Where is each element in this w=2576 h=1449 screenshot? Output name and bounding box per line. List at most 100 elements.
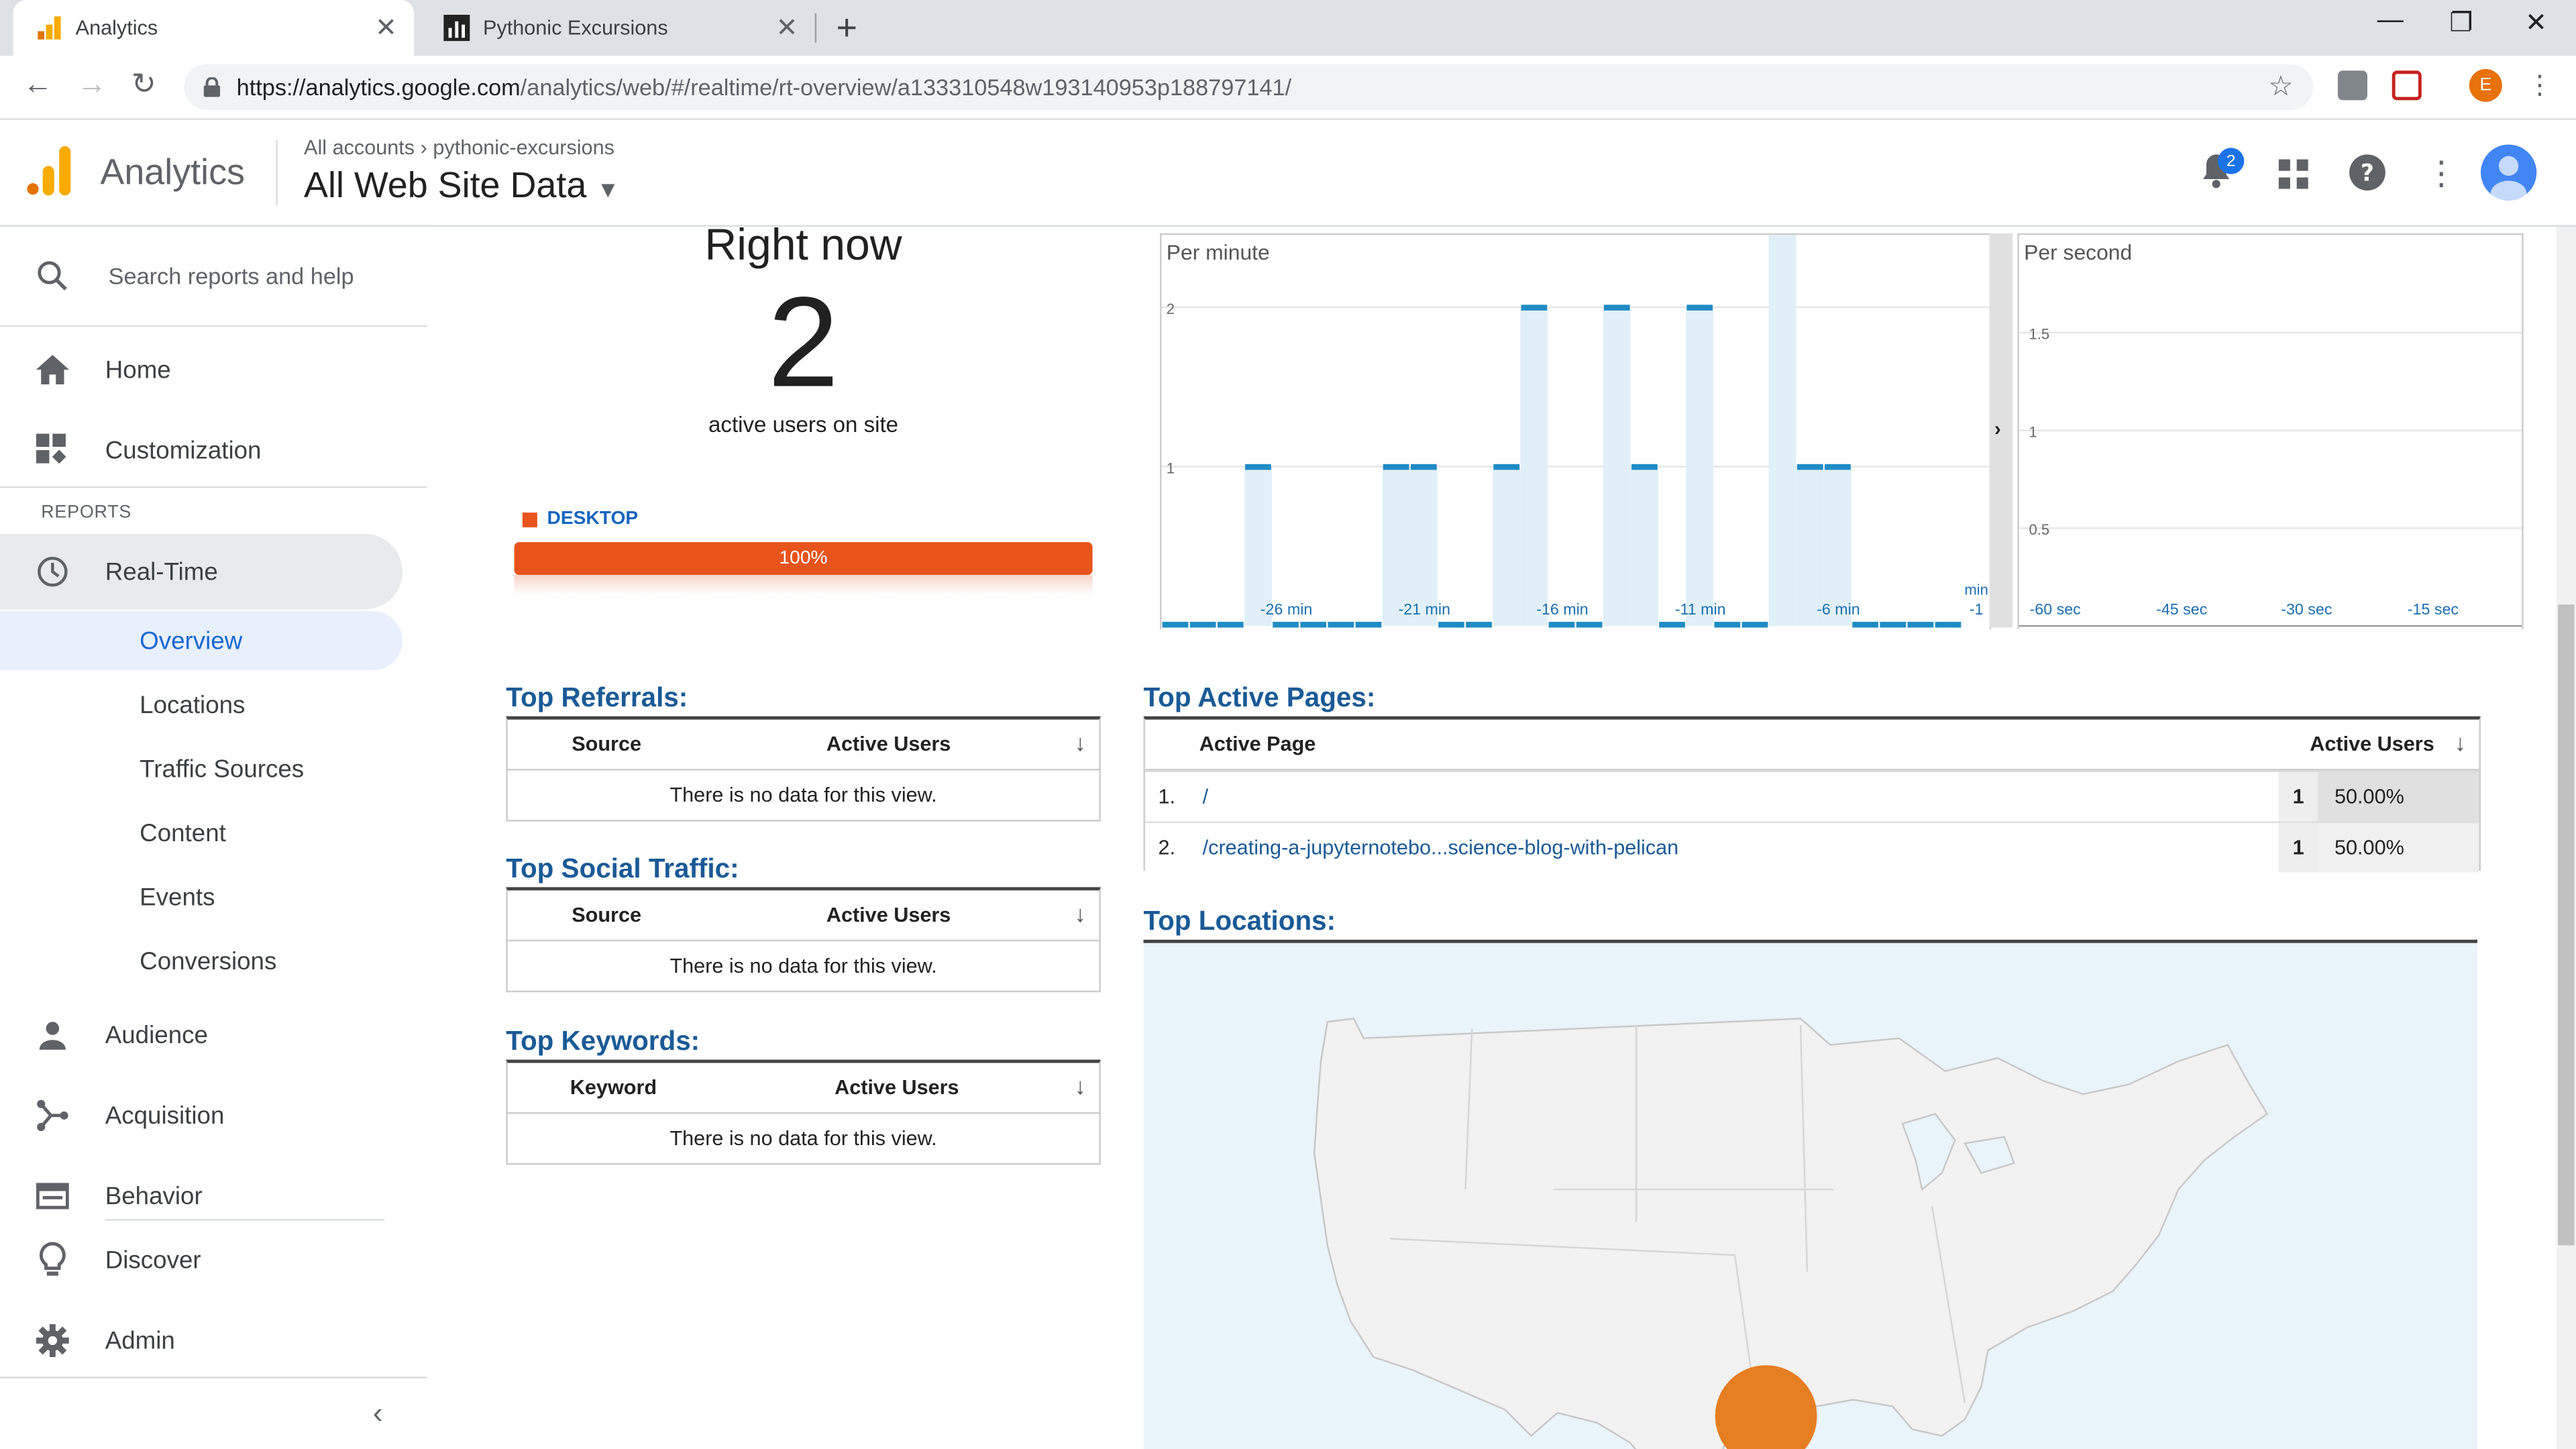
notification-count-badge: 2 (2218, 148, 2245, 174)
column-header[interactable]: Active Page (1199, 733, 1316, 755)
sidebar-item-label: Behavior (105, 1182, 203, 1210)
bar-cap (1521, 305, 1548, 311)
reload-icon[interactable]: ↻ (131, 67, 156, 101)
bar-cap (1300, 621, 1327, 628)
page-link[interactable]: /creating-a-jupyternotebo...science-blog… (1203, 837, 1679, 859)
x-tick-label: -6 min (1817, 600, 1860, 618)
sidebar-item-home[interactable]: Home (0, 332, 402, 408)
sidebar-subitem-locations[interactable]: Locations (0, 676, 402, 735)
pocket-extension-icon[interactable] (2392, 70, 2422, 101)
collapse-sidebar-icon[interactable]: ‹ (373, 1397, 383, 1431)
profile-avatar[interactable]: E (2469, 68, 2502, 102)
close-tab-icon[interactable]: ✕ (772, 11, 802, 44)
column-header[interactable]: Active Users (2310, 733, 2434, 755)
close-tab-icon[interactable]: ✕ (371, 11, 400, 44)
url-host: https://analytics.google.com (236, 74, 521, 101)
scrollbar-thumb[interactable] (2558, 604, 2575, 1246)
sort-arrow-icon[interactable]: ↓ (1075, 900, 1086, 926)
bar (1630, 466, 1658, 627)
reports-section-label: REPORTS (41, 502, 132, 523)
page-link[interactable]: / (1203, 786, 1209, 808)
page-scrollbar[interactable] (2556, 226, 2576, 1449)
tab-title: Analytics (75, 16, 158, 40)
locations-map[interactable] (1143, 939, 2478, 1449)
url-path: /analytics/web/#/realtime/rt-overview/a1… (520, 74, 1292, 101)
breadcrumb[interactable]: All accounts › pythonic-excursions (304, 136, 614, 159)
bar-cap (1548, 621, 1575, 628)
x-tick-label: -1 (1970, 600, 1984, 618)
sidebar-item-admin[interactable]: Admin (0, 1303, 402, 1379)
column-header[interactable]: Keyword (570, 1076, 657, 1099)
sidebar-subitem-overview[interactable]: Overview (0, 611, 402, 671)
search-reports[interactable]: Search reports and help (0, 227, 427, 327)
minimize-icon[interactable]: — (2377, 7, 2404, 36)
column-header[interactable]: Active Users (826, 904, 951, 926)
column-header[interactable]: Active Users (826, 733, 951, 755)
sidebar-subitem-label: Conversions (140, 947, 277, 975)
sidebar-subitem-conversions[interactable]: Conversions (0, 932, 402, 991)
tab-analytics[interactable]: Analytics ✕ (13, 0, 415, 56)
per-second-chart: 0.5 1 1.5 -60 sec -45 sec -30 sec -15 sec Per … (2017, 233, 2524, 629)
active-users-cell: 1 (2278, 822, 2318, 873)
help-icon[interactable]: ? (2349, 154, 2385, 199)
sidebar-divider (0, 486, 427, 488)
property-selector[interactable]: All Web Site Data ▼ (304, 164, 619, 207)
back-icon[interactable]: ← (23, 67, 52, 101)
extension-icon[interactable] (2337, 70, 2367, 101)
app-title: Analytics (100, 151, 246, 193)
account-avatar[interactable] (2480, 144, 2537, 201)
bar-cap (1686, 305, 1713, 311)
browser-menu-icon[interactable]: ⋮ (2527, 69, 2553, 102)
bookmark-star-icon[interactable]: ☆ (2268, 70, 2293, 103)
column-header[interactable]: Source (572, 733, 641, 755)
close-window-icon[interactable]: ✕ (2525, 7, 2547, 40)
empty-message: There is no data for this view. (669, 1127, 937, 1150)
sort-arrow-icon[interactable]: ↓ (2455, 729, 2466, 755)
new-tab-icon[interactable]: + (837, 7, 857, 50)
y-tick-label: 2 (1167, 301, 1175, 317)
apps-grid-icon[interactable] (2278, 159, 2308, 197)
sidebar-item-customization[interactable]: Customization (0, 413, 402, 488)
forward-icon[interactable]: → (77, 67, 107, 101)
sidebar-item-discover[interactable]: Discover (0, 1222, 402, 1298)
sidebar-item-acquisition[interactable]: Acquisition (0, 1078, 402, 1154)
sidebar-item-label: Acquisition (105, 1102, 225, 1130)
device-legend: DESKTOP (522, 509, 638, 529)
more-options-icon[interactable]: ⋮ (2425, 153, 2458, 194)
column-header[interactable]: Source (572, 904, 641, 926)
sidebar-subitem-events[interactable]: Events (0, 867, 402, 926)
chevron-right-icon[interactable]: › (1994, 417, 2001, 440)
breadcrumb-root[interactable]: All accounts (304, 136, 415, 159)
sort-arrow-icon[interactable]: ↓ (1075, 729, 1086, 755)
bar-cap (1466, 621, 1492, 628)
table-row: 2. /creating-a-jupyternotebo...science-b… (1144, 821, 2479, 873)
x-tick-label: -60 sec (2030, 600, 2082, 618)
browser-tab-strip: Analytics ✕ Pythonic Excursions ✕ + — ❐ … (0, 0, 2576, 56)
svg-text:?: ? (2361, 160, 2374, 186)
sidebar-item-realtime[interactable]: Real-Time (0, 533, 402, 610)
column-header[interactable]: Active Users (835, 1076, 959, 1099)
sidebar-item-label: Discover (105, 1246, 201, 1275)
caret-down-icon: ▼ (596, 176, 620, 203)
sidebar-subitem-content[interactable]: Content (0, 804, 402, 863)
bar-cap (1576, 621, 1603, 628)
bar-cap (1438, 621, 1464, 628)
lock-icon (203, 77, 221, 97)
sort-arrow-icon[interactable]: ↓ (1075, 1073, 1086, 1099)
sidebar-item-label: Real-Time (105, 557, 218, 586)
table-row: 1. / 1 50.00% (1144, 770, 2479, 822)
bar-cap (1825, 464, 1851, 470)
y-tick-label: 1.5 (2029, 326, 2049, 343)
top-social-table: Source Active Users ↓ There is no data f… (506, 887, 1101, 993)
sidebar: Search reports and help Home Customizati… (0, 226, 427, 1449)
per-minute-chart: 123-26 min-21 min-16 min-11 min-6 minmin… (1159, 233, 1992, 629)
right-now-panel: Right now 2 active users on site (506, 220, 1101, 437)
breadcrumb-account[interactable]: pythonic-excursions (433, 136, 614, 159)
tab-pythonic-excursions[interactable]: Pythonic Excursions ✕ (421, 0, 815, 56)
bar-cap (1383, 464, 1409, 470)
sidebar-subitem-traffic-sources[interactable]: Traffic Sources (0, 739, 402, 798)
top-social-title: Top Social Traffic: (506, 854, 739, 884)
sidebar-item-audience[interactable]: Audience (0, 998, 402, 1073)
address-bar[interactable]: https://analytics.google.com/analytics/w… (184, 64, 2314, 111)
restore-icon[interactable]: ❐ (2449, 7, 2473, 40)
